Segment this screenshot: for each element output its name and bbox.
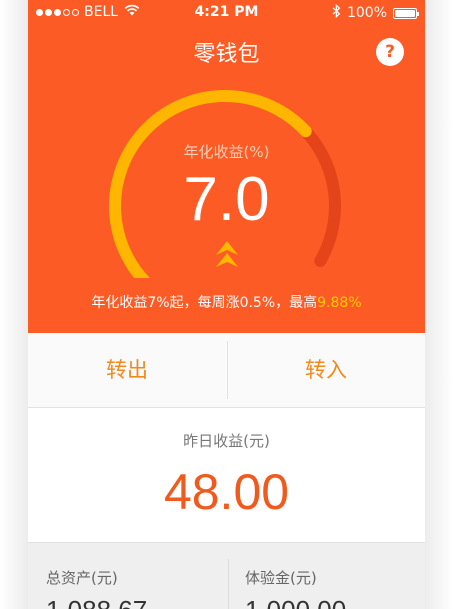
transfer-in-button[interactable]: 转入 bbox=[227, 333, 425, 407]
question-mark-icon: ? bbox=[385, 42, 395, 62]
total-assets-label: 总资产(元) bbox=[46, 569, 118, 587]
total-assets-value: 1,088.67 bbox=[46, 595, 147, 609]
trial-funds-label: 体验金(元) bbox=[245, 569, 317, 587]
gauge-label: 年化收益(%) bbox=[183, 143, 270, 161]
yesterday-earnings: 昨日收益(元) 48.00 bbox=[28, 408, 425, 542]
trial-funds[interactable]: 体验金(元) 1,000.00 bbox=[227, 543, 425, 609]
total-assets[interactable]: 总资产(元) 1,088.67 bbox=[28, 543, 226, 609]
phone-frame: BELL 4:21 PM 100% 零钱包 ? 年化收益(%) 7.0 年化收益… bbox=[0, 0, 453, 609]
wallet-screen: BELL 4:21 PM 100% 零钱包 ? 年化收益(%) 7.0 年化收益… bbox=[28, 0, 425, 609]
gauge-value: 7.0 bbox=[183, 165, 270, 234]
frame-left-edge bbox=[0, 0, 28, 609]
page-title: 零钱包 bbox=[193, 42, 260, 67]
yesterday-earnings-value: 48.00 bbox=[163, 464, 290, 520]
bluetooth-icon bbox=[332, 3, 341, 22]
double-up-arrow-icon bbox=[216, 241, 238, 267]
promo-main: 年化收益7%起，每周涨0.5%，最高 bbox=[91, 295, 318, 311]
transfer-out-button[interactable]: 转出 bbox=[28, 333, 226, 407]
battery-icon bbox=[393, 7, 419, 19]
yesterday-earnings-label: 昨日收益(元) bbox=[183, 432, 270, 450]
status-bar: BELL 4:21 PM 100% bbox=[28, 0, 425, 24]
trial-funds-value: 1,000.00 bbox=[245, 595, 346, 609]
battery-fill bbox=[395, 9, 415, 17]
promo-text: 年化收益7%起，每周涨0.5%，最高9.88% bbox=[28, 292, 425, 312]
asset-summary: 总资产(元) 1,088.67 体验金(元) 1,000.00 bbox=[28, 542, 425, 609]
frame-right-edge bbox=[425, 0, 453, 609]
promo-highlight: 9.88% bbox=[317, 295, 362, 311]
action-bar: 转出 转入 bbox=[28, 333, 425, 408]
status-right: 100% bbox=[332, 3, 419, 22]
hero-panel: BELL 4:21 PM 100% 零钱包 ? 年化收益(%) 7.0 年化收益… bbox=[28, 0, 425, 333]
battery-percentage: 100% bbox=[346, 5, 387, 21]
help-button[interactable]: ? bbox=[376, 38, 404, 66]
